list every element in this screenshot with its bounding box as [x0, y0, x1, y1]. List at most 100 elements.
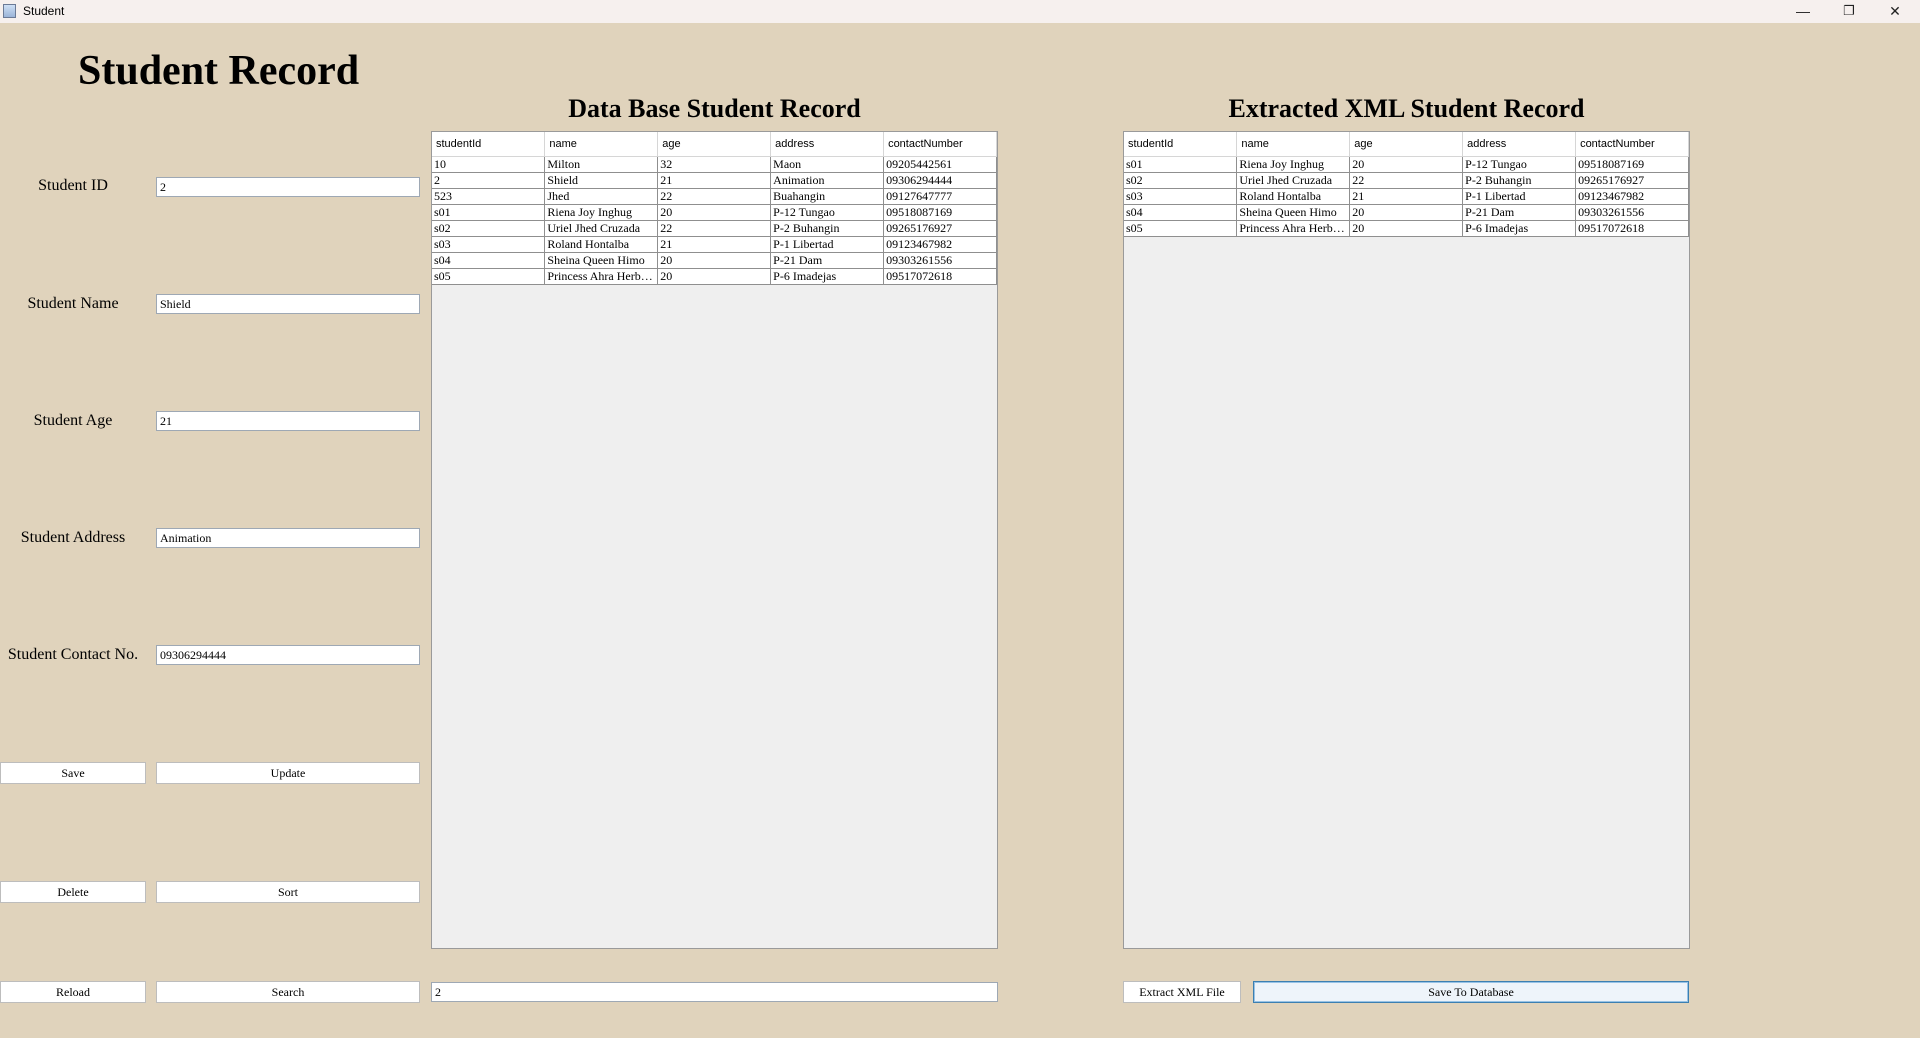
- table-cell-studentid[interactable]: s01: [432, 204, 546, 221]
- table-cell-age[interactable]: 20: [1349, 156, 1464, 173]
- table-cell-address[interactable]: P-12 Tungao: [770, 204, 885, 221]
- table-cell-studentid[interactable]: s01: [1124, 156, 1238, 173]
- table-cell-contactnumber[interactable]: 09265176927: [1575, 172, 1689, 189]
- table-cell-name[interactable]: Roland Hontalba: [1236, 188, 1351, 205]
- table-cell-name[interactable]: Uriel Jhed Cruzada: [544, 220, 659, 237]
- table-cell-name[interactable]: Princess Ahra Herbo...: [1236, 220, 1351, 237]
- xml-table[interactable]: studentId name age address contactNumber s01…: [1124, 132, 1689, 237]
- table-cell-age[interactable]: 20: [1349, 204, 1464, 221]
- table-cell-contactnumber[interactable]: 09265176927: [883, 220, 997, 237]
- table-row[interactable]: s03 Roland Hontalba 21 P-1 Libertad 09123467…: [1124, 188, 1689, 205]
- table-cell-address[interactable]: P-6 Imadejas: [770, 268, 885, 285]
- db-table[interactable]: studentId name age address contactNumber 10 M…: [432, 132, 997, 285]
- table-cell-studentid[interactable]: s04: [1124, 204, 1238, 221]
- table-cell-studentid[interactable]: s02: [432, 220, 546, 237]
- table-cell-studentid[interactable]: 523: [432, 188, 546, 205]
- table-row[interactable]: s02 Uriel Jhed Cruzada 22 P-2 Buhangin 09265…: [432, 220, 997, 237]
- student-id-input[interactable]: [156, 177, 420, 197]
- table-cell-address[interactable]: P-2 Buhangin: [1462, 172, 1577, 189]
- table-cell-age[interactable]: 22: [1349, 172, 1464, 189]
- column-header-contactnumber[interactable]: contactNumber: [1575, 132, 1689, 157]
- save-button[interactable]: Save: [0, 762, 146, 784]
- table-cell-contactnumber[interactable]: 09517072618: [1575, 220, 1689, 237]
- xml-table-panel[interactable]: studentId name age address contactNumber s01…: [1123, 131, 1690, 949]
- delete-button[interactable]: Delete: [0, 881, 146, 903]
- db-table-panel[interactable]: studentId name age address contactNumber 10 M…: [431, 131, 998, 949]
- table-row[interactable]: s04 Sheina Queen Himo 20 P-21 Dam 0930326155…: [1124, 204, 1689, 221]
- table-row[interactable]: s01 Riena Joy Inghug 20 P-12 Tungao 09518087…: [432, 204, 997, 221]
- table-cell-studentid[interactable]: s03: [1124, 188, 1238, 205]
- table-cell-studentid[interactable]: 10: [432, 156, 546, 173]
- table-cell-age[interactable]: 21: [657, 172, 772, 189]
- update-button[interactable]: Update: [156, 762, 420, 784]
- minimize-icon[interactable]: —: [1780, 0, 1826, 23]
- table-cell-name[interactable]: Milton: [544, 156, 659, 173]
- sort-button[interactable]: Sort: [156, 881, 420, 903]
- table-cell-address[interactable]: Maon: [770, 156, 885, 173]
- table-cell-age[interactable]: 21: [657, 236, 772, 253]
- table-cell-age[interactable]: 32: [657, 156, 772, 173]
- extract-xml-button[interactable]: Extract XML File: [1123, 981, 1241, 1003]
- table-row[interactable]: s05 Princess Ahra Herbo... 20 P-6 Imadejas 0…: [1124, 220, 1689, 237]
- search-button[interactable]: Search: [156, 981, 420, 1003]
- table-cell-contactnumber[interactable]: 09517072618: [883, 268, 997, 285]
- column-header-name[interactable]: name: [544, 132, 659, 157]
- table-cell-contactnumber[interactable]: 09518087169: [1575, 156, 1689, 173]
- student-address-input[interactable]: [156, 528, 420, 548]
- table-row[interactable]: s03 Roland Hontalba 21 P-1 Libertad 09123467…: [432, 236, 997, 253]
- student-name-input[interactable]: [156, 294, 420, 314]
- reload-button[interactable]: Reload: [0, 981, 146, 1003]
- restore-icon[interactable]: ❐: [1826, 0, 1872, 23]
- table-cell-age[interactable]: 20: [657, 252, 772, 269]
- table-row[interactable]: 523 Jhed 22 Buahangin 09127647777: [432, 188, 997, 205]
- table-cell-address[interactable]: Buahangin: [770, 188, 885, 205]
- table-cell-contactnumber[interactable]: 09205442561: [883, 156, 997, 173]
- student-contact-input[interactable]: [156, 645, 420, 665]
- table-cell-address[interactable]: Animation: [770, 172, 885, 189]
- table-cell-name[interactable]: Jhed: [544, 188, 659, 205]
- table-row[interactable]: 2 Shield 21 Animation 09306294444: [432, 172, 997, 189]
- table-cell-contactnumber[interactable]: 09303261556: [883, 252, 997, 269]
- table-cell-contactnumber[interactable]: 09306294444: [883, 172, 997, 189]
- table-cell-name[interactable]: Roland Hontalba: [544, 236, 659, 253]
- save-to-database-button[interactable]: Save To Database: [1253, 981, 1689, 1003]
- table-cell-studentid[interactable]: s03: [432, 236, 546, 253]
- column-header-studentid[interactable]: studentId: [432, 132, 546, 157]
- table-cell-studentid[interactable]: 2: [432, 172, 546, 189]
- table-cell-name[interactable]: Riena Joy Inghug: [1236, 156, 1351, 173]
- table-cell-contactnumber[interactable]: 09303261556: [1575, 204, 1689, 221]
- table-cell-address[interactable]: P-2 Buhangin: [770, 220, 885, 237]
- table-cell-name[interactable]: Sheina Queen Himo: [1236, 204, 1351, 221]
- student-age-input[interactable]: [156, 411, 420, 431]
- table-cell-contactnumber[interactable]: 09123467982: [883, 236, 997, 253]
- table-cell-name[interactable]: Shield: [544, 172, 659, 189]
- table-cell-age[interactable]: 22: [657, 220, 772, 237]
- column-header-age[interactable]: age: [1349, 132, 1464, 157]
- column-header-name[interactable]: name: [1236, 132, 1351, 157]
- table-cell-age[interactable]: 21: [1349, 188, 1464, 205]
- table-cell-contactnumber[interactable]: 09123467982: [1575, 188, 1689, 205]
- table-cell-contactnumber[interactable]: 09518087169: [883, 204, 997, 221]
- table-cell-name[interactable]: Riena Joy Inghug: [544, 204, 659, 221]
- column-header-address[interactable]: address: [770, 132, 885, 157]
- table-row[interactable]: 10 Milton 32 Maon 09205442561: [432, 156, 997, 173]
- table-row[interactable]: s04 Sheina Queen Himo 20 P-21 Dam 0930326155…: [432, 252, 997, 269]
- table-cell-age[interactable]: 20: [657, 268, 772, 285]
- table-cell-age[interactable]: 22: [657, 188, 772, 205]
- table-cell-studentid[interactable]: s05: [1124, 220, 1238, 237]
- search-input[interactable]: [431, 982, 998, 1002]
- table-cell-studentid[interactable]: s02: [1124, 172, 1238, 189]
- table-cell-contactnumber[interactable]: 09127647777: [883, 188, 997, 205]
- close-icon[interactable]: ✕: [1872, 0, 1918, 23]
- table-cell-address[interactable]: P-21 Dam: [1462, 204, 1577, 221]
- table-cell-name[interactable]: Uriel Jhed Cruzada: [1236, 172, 1351, 189]
- table-cell-address[interactable]: P-1 Libertad: [1462, 188, 1577, 205]
- table-cell-studentid[interactable]: s05: [432, 268, 546, 285]
- table-row[interactable]: s05 Princess Ahra Herbo... 20 P-6 Imadejas 0…: [432, 268, 997, 285]
- table-cell-address[interactable]: P-6 Imadejas: [1462, 220, 1577, 237]
- column-header-contactnumber[interactable]: contactNumber: [883, 132, 997, 157]
- table-cell-age[interactable]: 20: [1349, 220, 1464, 237]
- table-cell-address[interactable]: P-21 Dam: [770, 252, 885, 269]
- table-cell-age[interactable]: 20: [657, 204, 772, 221]
- table-cell-address[interactable]: P-12 Tungao: [1462, 156, 1577, 173]
